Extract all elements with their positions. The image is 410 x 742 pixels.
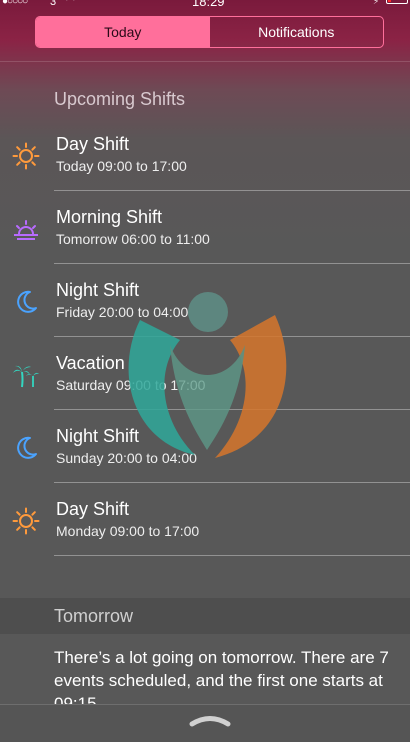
status-bar: ●○○○○ 3 ◠ 18:29 ⚡ <box>0 0 410 10</box>
wifi-icon: ◠ <box>66 0 75 6</box>
sun-icon <box>12 142 40 170</box>
bottom-bar <box>0 704 410 742</box>
shift-name: Day Shift <box>56 134 130 154</box>
shift-row[interactable]: Morning Shift Tomorrow 06:00 to 11:00 <box>0 191 410 264</box>
signal-strength: ●○○○○ <box>2 0 28 7</box>
status-time: 18:29 <box>192 0 225 9</box>
moon-icon <box>17 290 37 313</box>
shift-time: Today 09:00 to 17:00 <box>56 158 187 174</box>
tab-today[interactable]: Today <box>36 17 210 47</box>
grabber-handle-icon[interactable] <box>188 713 232 727</box>
shift-name: Morning Shift <box>56 207 163 227</box>
charging-icon: ⚡ <box>373 0 380 6</box>
carrier-label: 3 <box>50 0 57 8</box>
watermark-logo <box>128 292 287 458</box>
header-divider <box>0 61 410 62</box>
palm-tree-icon <box>13 365 39 388</box>
shift-time: Tomorrow 06:00 to 11:00 <box>56 231 210 247</box>
shift-name: Day Shift <box>56 499 130 519</box>
battery-icon <box>386 0 408 4</box>
sunrise-icon <box>14 220 38 240</box>
sun-icon <box>12 507 40 535</box>
shift-row[interactable]: Day Shift Monday 09:00 to 17:00 <box>0 483 410 556</box>
moon-icon <box>17 436 37 459</box>
upcoming-shifts-title: Upcoming Shifts <box>54 89 186 109</box>
tomorrow-summary: There’s a lot going on tomorrow. There a… <box>54 648 389 704</box>
shift-time: Monday 09:00 to 17:00 <box>56 523 200 539</box>
tomorrow-title: Tomorrow <box>54 606 134 626</box>
shift-row[interactable]: Day Shift Today 09:00 to 17:00 <box>0 118 410 191</box>
tomorrow-header: Tomorrow <box>0 598 410 634</box>
view-switcher: Today Notifications <box>35 16 384 48</box>
tab-notifications[interactable]: Notifications <box>210 17 384 47</box>
